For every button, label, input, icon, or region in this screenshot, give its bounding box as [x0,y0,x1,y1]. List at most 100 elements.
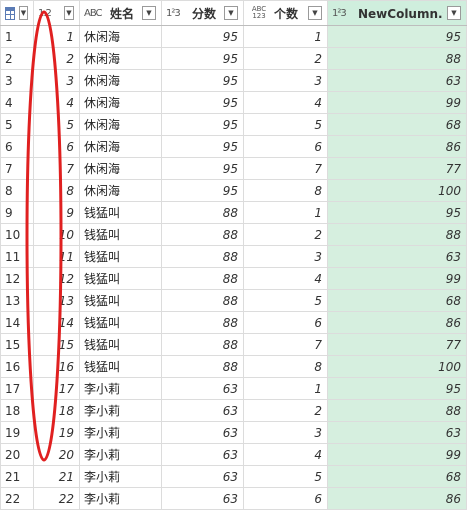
cell-number[interactable]: 21 [33,465,80,488]
cell-score[interactable]: 88 [161,355,244,378]
cell-number[interactable]: 3 [33,69,80,92]
cell-count[interactable]: 5 [243,113,328,136]
filter-dropdown-icon[interactable]: ▼ [142,6,156,20]
cell-count[interactable]: 5 [243,465,328,488]
cell-count[interactable]: 2 [243,47,328,70]
cell-number[interactable]: 8 [33,179,80,202]
row-number[interactable]: 2 [0,47,34,70]
row-number[interactable]: 1 [0,25,34,48]
cell-number[interactable]: 16 [33,355,80,378]
table-row[interactable]: 19 19 李小莉 63 3 63 [0,421,467,444]
cell-name[interactable]: 李小莉 [79,421,162,444]
cell-newcolumn[interactable]: 63 [327,69,467,92]
cell-score[interactable]: 88 [161,311,244,334]
cell-newcolumn[interactable]: 95 [327,25,467,48]
cell-score[interactable]: 63 [161,377,244,400]
cell-count[interactable]: 2 [243,399,328,422]
table-row[interactable]: 8 8 休闲海 95 8 100 [0,179,467,202]
table-row[interactable]: 7 7 休闲海 95 7 77 [0,157,467,180]
cell-name[interactable]: 钱猛叫 [79,245,162,268]
cell-name[interactable]: 休闲海 [79,179,162,202]
col-header-score[interactable]: 1²3 分数 ▼ [161,0,244,26]
cell-number[interactable]: 4 [33,91,80,114]
cell-count[interactable]: 2 [243,223,328,246]
row-number[interactable]: 15 [0,333,34,356]
cell-newcolumn[interactable]: 99 [327,91,467,114]
cell-number[interactable]: 10 [33,223,80,246]
any-type-icon[interactable]: ABC 123 [248,6,270,20]
table-row[interactable]: 2 2 休闲海 95 2 88 [0,47,467,70]
cell-score[interactable]: 95 [161,25,244,48]
col-header-number[interactable]: 1.2 ▼ [33,0,80,26]
row-number[interactable]: 19 [0,421,34,444]
cell-score[interactable]: 88 [161,245,244,268]
cell-score[interactable]: 88 [161,223,244,246]
row-number[interactable]: 8 [0,179,34,202]
cell-number[interactable]: 19 [33,421,80,444]
table-row[interactable]: 5 5 休闲海 95 5 68 [0,113,467,136]
cell-count[interactable]: 3 [243,245,328,268]
cell-count[interactable]: 1 [243,25,328,48]
cell-score[interactable]: 95 [161,113,244,136]
cell-score[interactable]: 95 [161,91,244,114]
cell-count[interactable]: 8 [243,179,328,202]
table-row[interactable]: 14 14 钱猛叫 88 6 86 [0,311,467,334]
number-type-icon[interactable]: 1²3 [166,8,188,19]
row-number[interactable]: 22 [0,487,34,510]
cell-newcolumn[interactable]: 68 [327,113,467,136]
cell-newcolumn[interactable]: 95 [327,377,467,400]
cell-count[interactable]: 1 [243,201,328,224]
cell-number[interactable]: 18 [33,399,80,422]
row-number[interactable]: 14 [0,311,34,334]
cell-number[interactable]: 5 [33,113,80,136]
cell-name[interactable]: 休闲海 [79,157,162,180]
cell-score[interactable]: 88 [161,267,244,290]
cell-count[interactable]: 4 [243,91,328,114]
table-row[interactable]: 12 12 钱猛叫 88 4 99 [0,267,467,290]
table-row[interactable]: 17 17 李小莉 63 1 95 [0,377,467,400]
cell-name[interactable]: 李小莉 [79,487,162,510]
table-row[interactable]: 10 10 钱猛叫 88 2 88 [0,223,467,246]
cell-count[interactable]: 4 [243,267,328,290]
filter-dropdown-icon[interactable]: ▼ [308,6,322,20]
row-number[interactable]: 3 [0,69,34,92]
cell-count[interactable]: 3 [243,69,328,92]
row-number[interactable]: 16 [0,355,34,378]
table-row[interactable]: 20 20 李小莉 63 4 99 [0,443,467,466]
table-row[interactable]: 1 1 休闲海 95 1 95 [0,25,467,48]
row-number[interactable]: 18 [0,399,34,422]
cell-newcolumn[interactable]: 68 [327,465,467,488]
cell-score[interactable]: 95 [161,69,244,92]
cell-newcolumn[interactable]: 99 [327,267,467,290]
cell-newcolumn[interactable]: 88 [327,399,467,422]
cell-number[interactable]: 11 [33,245,80,268]
filter-dropdown-icon[interactable]: ▼ [64,6,74,20]
cell-count[interactable]: 6 [243,311,328,334]
table-row[interactable]: 6 6 休闲海 95 6 86 [0,135,467,158]
cell-name[interactable]: 钱猛叫 [79,311,162,334]
cell-name[interactable]: 钱猛叫 [79,289,162,312]
cell-score[interactable]: 63 [161,399,244,422]
cell-newcolumn[interactable]: 77 [327,157,467,180]
cell-name[interactable]: 休闲海 [79,25,162,48]
cell-newcolumn[interactable]: 86 [327,135,467,158]
cell-number[interactable]: 12 [33,267,80,290]
row-number[interactable]: 11 [0,245,34,268]
row-number[interactable]: 7 [0,157,34,180]
row-number[interactable]: 10 [0,223,34,246]
cell-name[interactable]: 钱猛叫 [79,267,162,290]
cell-name[interactable]: 休闲海 [79,47,162,70]
cell-count[interactable]: 5 [243,289,328,312]
table-row[interactable]: 13 13 钱猛叫 88 5 68 [0,289,467,312]
cell-number[interactable]: 1 [33,25,80,48]
cell-name[interactable]: 钱猛叫 [79,223,162,246]
cell-score[interactable]: 63 [161,465,244,488]
row-number[interactable]: 17 [0,377,34,400]
cell-score[interactable]: 88 [161,289,244,312]
table-row[interactable]: 9 9 钱猛叫 88 1 95 [0,201,467,224]
cell-name[interactable]: 钱猛叫 [79,355,162,378]
cell-newcolumn[interactable]: 95 [327,201,467,224]
table-row[interactable]: 22 22 李小莉 63 6 86 [0,487,467,510]
cell-number[interactable]: 20 [33,443,80,466]
cell-count[interactable]: 4 [243,443,328,466]
